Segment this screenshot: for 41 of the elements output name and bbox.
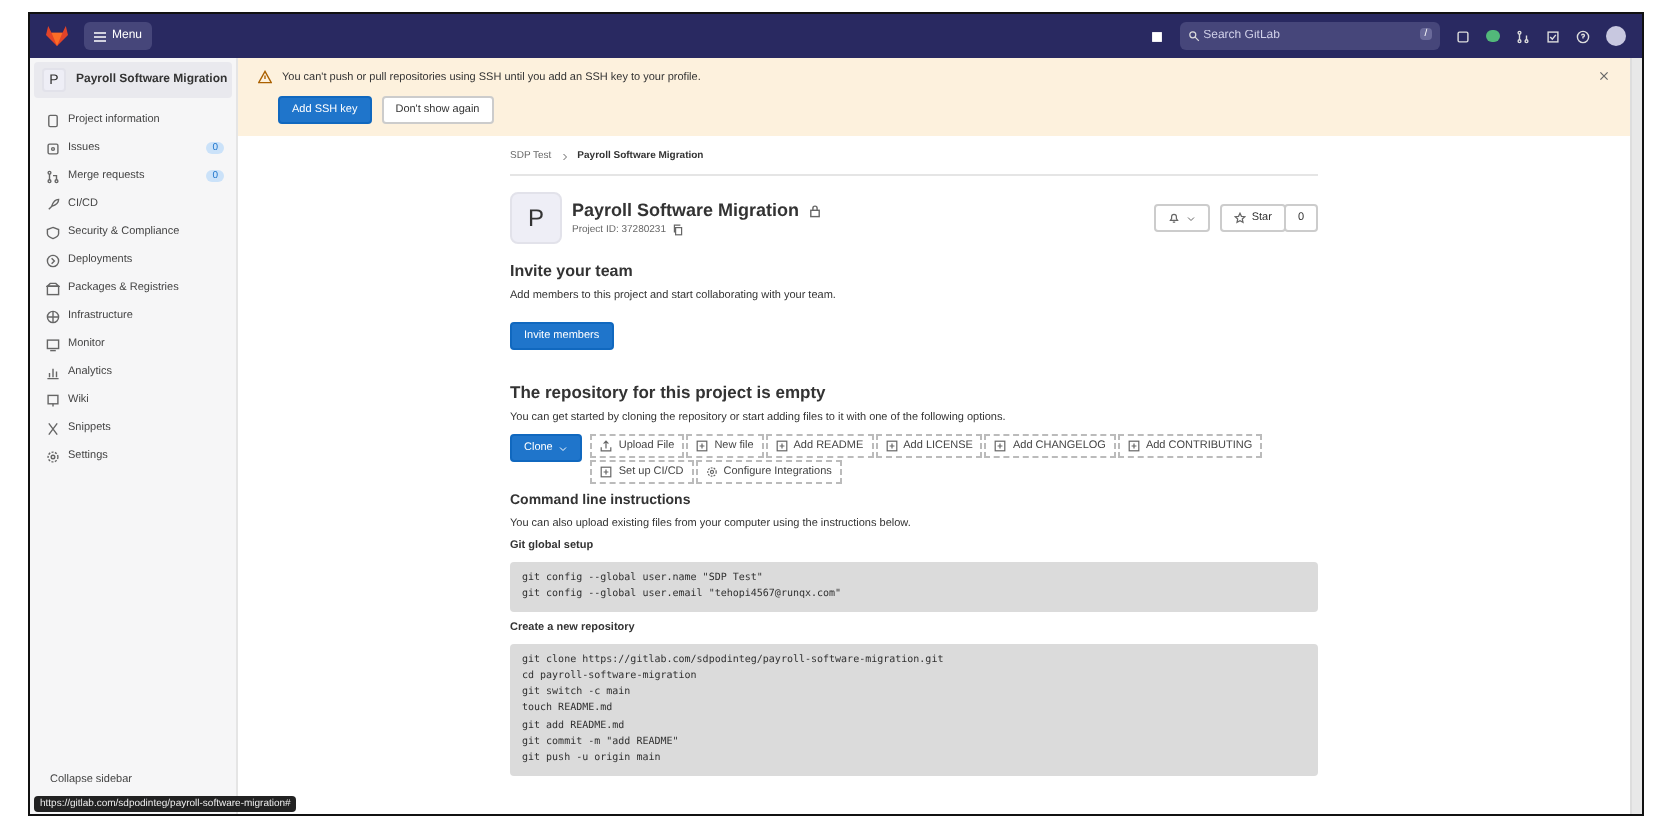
deployment-icon (46, 253, 60, 267)
upload-icon (600, 440, 613, 452)
gear-icon (705, 466, 718, 478)
section-heading: Invite your team (510, 262, 635, 280)
scissors-icon (46, 421, 60, 435)
close-icon (1598, 70, 1610, 82)
plus-icon (775, 440, 788, 452)
plus-icon (696, 440, 709, 452)
star-icon (1233, 212, 1246, 224)
caret-icon (558, 443, 569, 453)
plus-icon (885, 440, 898, 452)
plus-icon (994, 440, 1007, 452)
status-badge (1485, 30, 1500, 42)
search-icon (1187, 30, 1200, 42)
monitor-icon (46, 337, 60, 351)
project-title: Payroll Software Migration (572, 200, 800, 220)
fox-logo[interactable] (46, 26, 68, 46)
issue-icon (46, 141, 60, 155)
help-icon (1576, 29, 1590, 43)
plus-icon (1127, 440, 1140, 452)
lock-icon (807, 203, 822, 217)
avatar-icon[interactable] (1606, 26, 1626, 46)
caret-icon (1185, 213, 1196, 223)
chevron-right-icon (559, 151, 570, 161)
copy-icon (671, 224, 684, 236)
plus-icon (600, 466, 613, 478)
section-heading: The repository for this project is empty (510, 382, 828, 402)
bell-icon (1167, 212, 1180, 224)
project-avatar: P (510, 192, 562, 244)
issue-icon (1455, 29, 1470, 43)
chart-icon (46, 365, 60, 379)
menu-icon (94, 31, 106, 41)
gear-icon (46, 449, 60, 463)
package-icon (46, 281, 60, 295)
merge-request-icon (1516, 29, 1530, 43)
todo-icon (1546, 29, 1560, 43)
shield-icon (46, 225, 60, 239)
merge-request-icon (46, 169, 60, 183)
infrastructure-icon (46, 309, 60, 323)
warning-icon (258, 70, 272, 84)
document-icon (46, 113, 60, 127)
